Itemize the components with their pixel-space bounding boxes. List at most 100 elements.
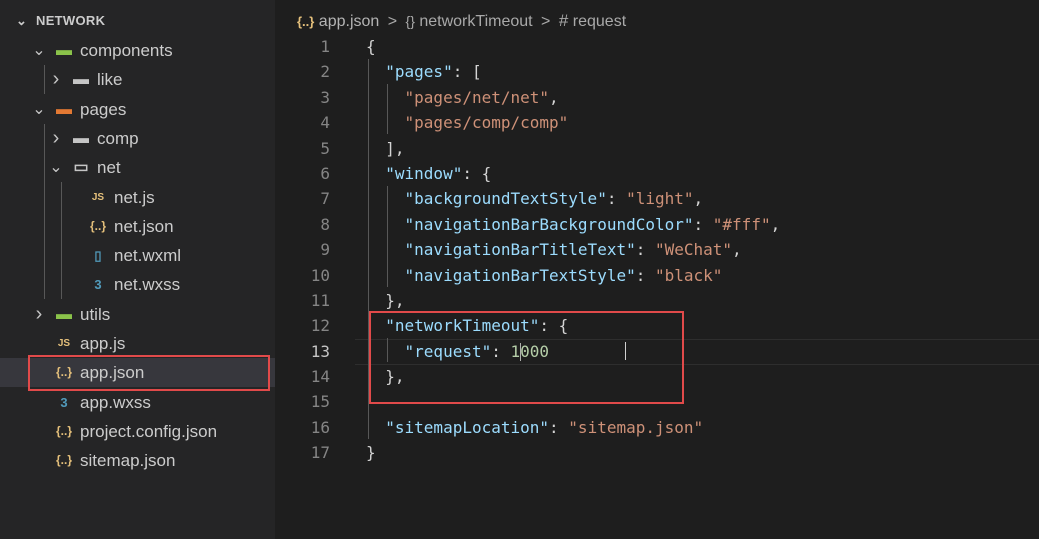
code-line[interactable]: 16 "sitemapLocation": "sitemap.json" xyxy=(275,415,1039,440)
tree-item-label: components xyxy=(80,41,173,60)
tree-item-pages[interactable]: ⌄ ▬ pages xyxy=(0,95,275,124)
tree-item-label: app.json xyxy=(80,363,145,383)
code-line[interactable]: 13 "request": 1000 xyxy=(275,338,1039,365)
token: "pages" xyxy=(385,62,453,82)
token: "pages/comp/comp" xyxy=(404,113,569,133)
object-icon: {} xyxy=(405,13,415,29)
folder-icon: ▬ xyxy=(73,71,89,89)
tree-item-label: net.wxml xyxy=(114,246,182,266)
tree-item-label: app.js xyxy=(80,334,126,353)
tree-item-net-js[interactable]: JS net.js xyxy=(0,183,275,212)
token: , xyxy=(732,240,742,260)
chevron-right-icon: › xyxy=(35,302,43,325)
tree-item-net-wxml[interactable]: ▯ net.wxml xyxy=(0,241,275,270)
tree-item-sitemap-json[interactable]: {..} sitemap.json xyxy=(0,446,275,475)
tree-item-label: comp xyxy=(97,128,139,148)
code-line[interactable]: 5 ], xyxy=(275,136,1039,161)
line-text: "sitemapLocation": "sitemap.json" xyxy=(366,415,703,440)
token: : xyxy=(491,341,511,361)
json-file-icon: {..} xyxy=(55,365,72,380)
code-line[interactable]: 12 "networkTimeout": { xyxy=(275,313,1039,338)
hash-icon: # xyxy=(558,11,569,30)
breadcrumb: {..} app.json > {} networkTimeout > # re… xyxy=(297,9,626,33)
json-file-icon: {..} xyxy=(55,423,72,438)
code-line[interactable]: 2 "pages": [ xyxy=(275,59,1039,84)
code-editor[interactable]: {..} app.json > {} networkTimeout > # re… xyxy=(275,0,1039,539)
code-line[interactable]: 7 "backgroundTextStyle": "light", xyxy=(275,186,1039,211)
chevron-down-icon: ⌄ xyxy=(32,100,46,118)
tree-item-label: project.config.json xyxy=(80,421,218,441)
code-line[interactable]: 10 "navigationBarTextStyle": "black" xyxy=(275,263,1039,288)
line-text: "pages/comp/comp" xyxy=(366,110,569,135)
chevron-down-icon: ⌄ xyxy=(32,42,46,59)
breadcrumb-property[interactable]: request xyxy=(573,10,626,34)
code-line[interactable]: 3 "pages/net/net", xyxy=(275,85,1039,110)
code-line[interactable]: 8 "navigationBarBackgroundColor": "#fff"… xyxy=(275,212,1039,237)
folder-icon: ▬ xyxy=(73,129,89,147)
code-line[interactable]: 15 xyxy=(275,389,1039,414)
token: "WeChat" xyxy=(654,240,733,260)
indent-guide xyxy=(44,124,45,299)
tree-item-app-wxss[interactable]: 3 app.wxss xyxy=(0,388,275,417)
indent-guide xyxy=(387,186,388,287)
line-text: }, xyxy=(366,364,404,389)
code-line[interactable]: 9 "navigationBarTitleText": "WeChat", xyxy=(275,237,1039,262)
code-line[interactable]: 4 "pages/comp/comp" xyxy=(275,110,1039,135)
token: : xyxy=(549,417,569,437)
tree-item-net-wxss[interactable]: 3 net.wxss xyxy=(0,270,275,299)
breadcrumb-file[interactable]: app.json xyxy=(319,10,380,34)
line-number: 6 xyxy=(320,163,330,183)
token: , xyxy=(770,214,781,234)
code-line[interactable]: 6 "window": { xyxy=(275,161,1039,186)
tree-item-label: like xyxy=(97,70,123,90)
tree-item-utils[interactable]: › ▬ utils xyxy=(0,300,275,329)
tree-item-app-js[interactable]: JS app.js xyxy=(0,329,275,358)
tree-item-app-json[interactable]: {..} app.json xyxy=(0,358,275,388)
code-line[interactable]: 14 }, xyxy=(275,364,1039,389)
js-file-icon: JS xyxy=(57,338,71,349)
explorer-sidebar: ⌄ NETWORK ⌄ ▬ components › ▬ like ⌄ ▬ pages › ▬ com… xyxy=(0,0,275,539)
token: "sitemapLocation" xyxy=(385,417,550,437)
tree-item-net[interactable]: ⌄ ▭ net xyxy=(0,153,275,182)
tree-item-label: utils xyxy=(80,304,111,324)
token: , xyxy=(549,87,559,107)
line-text: { xyxy=(366,34,376,59)
indent-guide xyxy=(387,84,388,134)
code-line[interactable]: 1{ xyxy=(275,34,1039,59)
breadcrumb-object[interactable]: networkTimeout xyxy=(419,10,532,34)
token: : { xyxy=(462,163,492,183)
code-line[interactable]: 17} xyxy=(275,440,1039,465)
token: "networkTimeout" xyxy=(385,316,540,336)
folder-open-icon: ▭ xyxy=(73,159,89,177)
json-file-icon: {..} xyxy=(89,218,106,233)
token: 000 xyxy=(520,341,550,361)
line-number: 14 xyxy=(310,367,330,387)
line-text: "networkTimeout": { xyxy=(366,313,568,338)
json-file-icon: {..} xyxy=(55,453,72,468)
line-number: 12 xyxy=(310,316,330,336)
tree-item-net-json[interactable]: {..} net.json xyxy=(0,212,275,241)
tree-item-components[interactable]: ⌄ ▬ components xyxy=(0,36,275,65)
tree-item-like[interactable]: › ▬ like xyxy=(0,65,275,94)
line-text: "navigationBarTitleText": "WeChat", xyxy=(366,237,742,262)
indent-guide xyxy=(368,59,369,439)
chevron-right-icon: › xyxy=(52,126,60,149)
code-lines[interactable]: 1{2 "pages": [3 "pages/net/net", 4 "pages… xyxy=(275,34,1039,466)
line-text: "navigationBarBackgroundColor": "#fff", xyxy=(366,212,781,237)
code-line[interactable]: 11 }, xyxy=(275,288,1039,313)
token: ], xyxy=(366,138,405,158)
tree-item-comp[interactable]: › ▬ comp xyxy=(0,124,275,153)
tree-item-project-config-json[interactable]: {..} project.config.json xyxy=(0,417,275,446)
token: "navigationBarBackgroundColor" xyxy=(404,214,694,234)
token: , xyxy=(693,189,704,209)
line-text: ], xyxy=(366,136,405,161)
line-text: } xyxy=(366,440,376,465)
token: }, xyxy=(366,290,405,310)
token: "light" xyxy=(626,189,694,209)
text-cursor-icon xyxy=(625,342,628,360)
line-number: 5 xyxy=(320,138,330,158)
